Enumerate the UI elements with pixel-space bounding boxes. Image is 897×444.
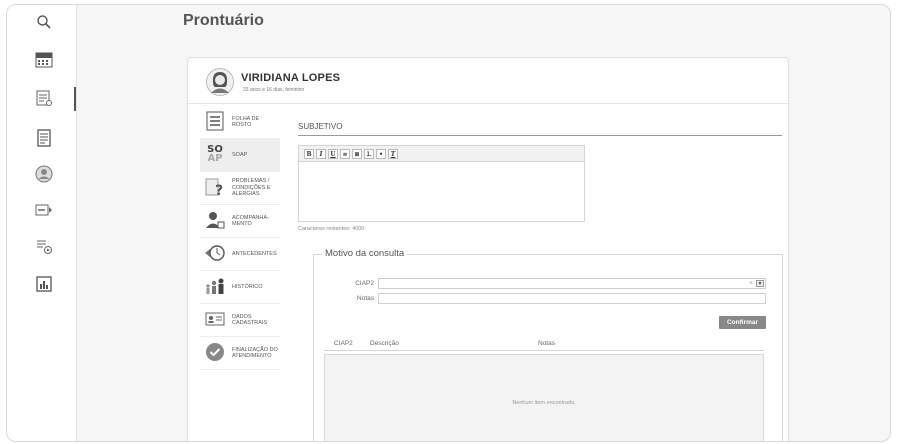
nav-label: ACOMPANHA-MENTO — [232, 214, 269, 228]
italic-button[interactable]: I — [316, 148, 326, 159]
person-chart-icon — [204, 209, 226, 231]
unordered-list-button[interactable]: • — [376, 148, 387, 159]
nav-label: DADOS CADASTRAIS — [232, 313, 268, 327]
history-clock-icon — [204, 242, 226, 264]
nav-item-historico[interactable]: HISTÓRICO — [200, 271, 280, 304]
soap-icon-bottom: AP — [207, 153, 223, 164]
nav-label: PROBLEMAS / CONDIÇÕES E ALERGIAS — [232, 178, 271, 198]
notas-input[interactable] — [378, 293, 766, 304]
column-header-notas[interactable]: Notas — [538, 340, 555, 347]
divider — [298, 135, 782, 136]
editor-toolbar: B I U ≡ ≣ ⒈ • T — [299, 146, 584, 162]
report-icon[interactable] — [33, 273, 55, 295]
patient-name: VIRIDIANA LOPES — [241, 72, 341, 84]
empty-message: Nenhum item encontrado. — [512, 400, 576, 406]
ordered-list-button[interactable]: ⒈ — [364, 148, 375, 159]
clear-icon[interactable]: × — [749, 280, 753, 287]
search-icon[interactable] — [33, 11, 55, 33]
nav-item-dados-cadastrais[interactable]: DADOS CADASTRAIS — [200, 304, 280, 337]
check-circle-icon — [204, 341, 226, 363]
table-header: CIAP2 Descrição Notas — [324, 338, 764, 351]
nav-label: HISTÓRICO — [232, 283, 263, 290]
align-center-button[interactable]: ≣ — [352, 148, 362, 159]
ciap2-label: CIAP2 — [355, 280, 374, 287]
user-circle-icon[interactable] — [33, 163, 55, 185]
calendar-icon[interactable] — [33, 49, 55, 71]
document-lines-icon — [204, 110, 226, 132]
list-play-icon[interactable] — [33, 235, 55, 257]
nav-item-folha-de-rosto[interactable]: FOLHA DE ROSTO — [200, 106, 280, 139]
clear-format-button[interactable]: T — [388, 148, 399, 159]
nav-label: FINALIZAÇÃO DO ATENDIMENTO — [232, 346, 278, 360]
patient-info: 33 anos e 16 dias, feminino — [243, 87, 305, 93]
nav-item-soap[interactable]: SO AP SOAP — [200, 139, 280, 172]
bold-button[interactable]: B — [304, 148, 314, 159]
id-card-icon — [204, 308, 226, 330]
underline-button[interactable]: U — [328, 148, 338, 159]
nav-label: SOAP — [232, 151, 248, 158]
ciap2-select[interactable]: × ▼ — [378, 278, 766, 289]
family-icon — [204, 275, 226, 297]
notas-label: Notas — [357, 295, 374, 302]
motivo-legend: Motivo da consulta — [322, 248, 408, 259]
column-header-descricao[interactable]: Descrição — [370, 340, 399, 347]
side-rail — [7, 5, 77, 441]
queue-icon[interactable] — [33, 199, 55, 221]
nav-item-antecedentes[interactable]: ANTECEDENTES — [200, 238, 280, 271]
subjetivo-editor[interactable]: B I U ≡ ≣ ⒈ • T — [298, 145, 585, 222]
record-nav: FOLHA DE ROSTO SO AP SOAP ? PROBLEMAS / … — [200, 106, 280, 370]
svg-text:?: ? — [215, 183, 223, 197]
nav-item-finalizacao[interactable]: FINALIZAÇÃO DO ATENDIMENTO — [200, 337, 280, 370]
patient-avatar-icon — [206, 68, 234, 96]
nav-label: ANTECEDENTES — [232, 250, 277, 257]
problem-doc-icon: ? — [204, 176, 226, 198]
rail-active-indicator — [74, 87, 76, 111]
align-left-button[interactable]: ≡ — [340, 148, 350, 159]
nav-label: FOLHA DE ROSTO — [232, 115, 260, 129]
soap-icon: SO AP — [204, 143, 226, 165]
confirm-button[interactable]: Confirmar — [719, 316, 766, 329]
column-header-ciap2[interactable]: CIAP2 — [334, 340, 353, 347]
page-title: Prontuário — [183, 12, 264, 29]
table-body: Nenhum item encontrado. — [324, 354, 764, 441]
document-icon[interactable] — [33, 127, 55, 149]
nav-item-problemas[interactable]: ? PROBLEMAS / CONDIÇÕES E ALERGIAS — [200, 172, 280, 205]
motivo-fieldset: Motivo da consulta CIAP2 × ▼ Notas Confi… — [313, 248, 783, 441]
patient-card: VIRIDIANA LOPES 33 anos e 16 dias, femin… — [187, 57, 789, 441]
chars-remaining: Caracteres restantes: 4000 — [298, 226, 365, 232]
patient-header: VIRIDIANA LOPES 33 anos e 16 dias, femin… — [188, 58, 788, 104]
list-icon[interactable] — [33, 87, 55, 109]
nav-item-acompanhamento[interactable]: ACOMPANHA-MENTO — [200, 205, 280, 238]
section-title-subjetivo: SUBJETIVO — [298, 122, 343, 131]
app-window: Prontuário VIRIDIANA LOPES 33 anos e 16 … — [6, 4, 891, 442]
chevron-down-icon[interactable]: ▼ — [756, 280, 764, 287]
